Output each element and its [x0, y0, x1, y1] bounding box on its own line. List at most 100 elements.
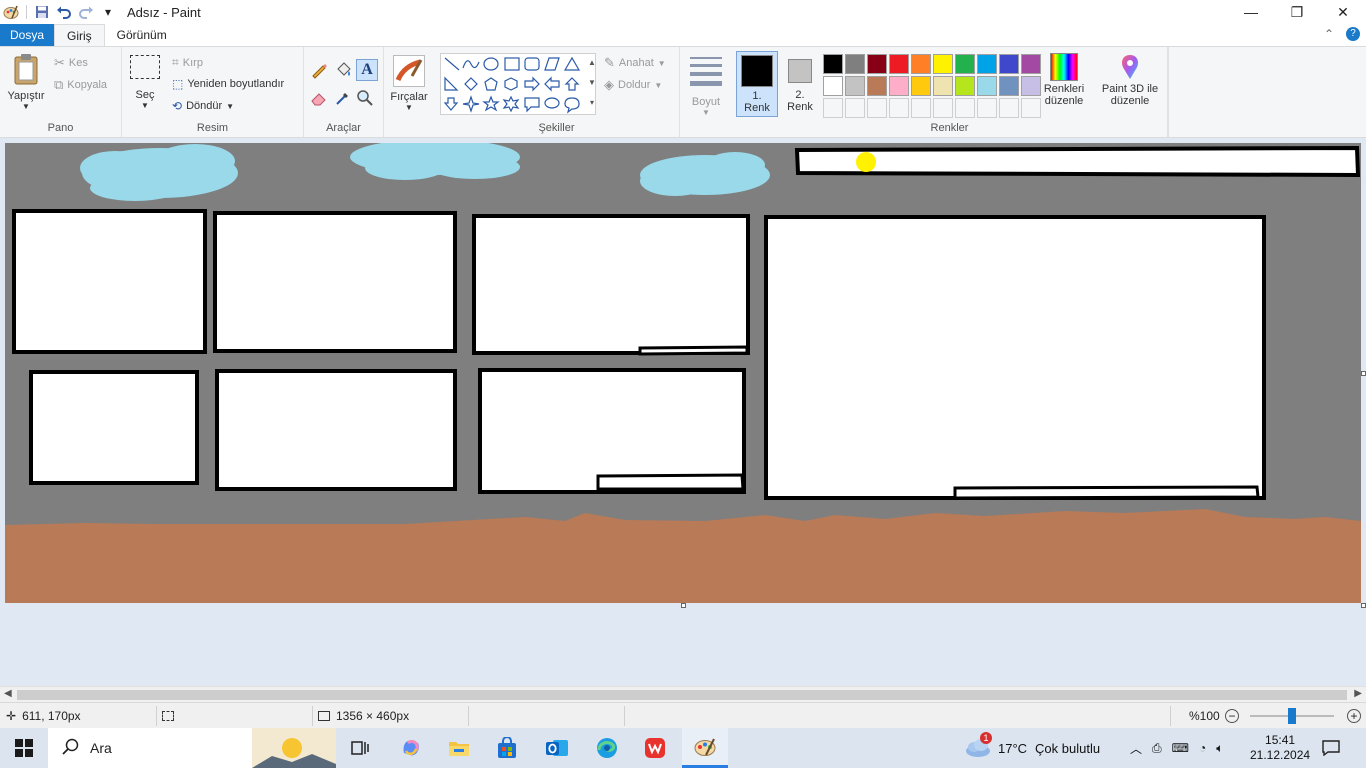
close-button[interactable]: ✕	[1320, 0, 1366, 24]
fill-button[interactable]: ◈ Doldur ▼	[604, 77, 662, 93]
custom-color-slot[interactable]	[845, 98, 865, 118]
resize-handle-right[interactable]	[1361, 371, 1366, 376]
zoom-slider-thumb[interactable]	[1288, 708, 1296, 724]
custom-color-slot[interactable]	[955, 98, 975, 118]
custom-color-slot[interactable]	[933, 98, 953, 118]
resize-handle-corner[interactable]	[1361, 603, 1366, 608]
zoom-out-button[interactable]: −	[1225, 703, 1239, 729]
microsoft-store-icon[interactable]	[490, 728, 524, 768]
shapes-gallery[interactable]	[440, 53, 596, 115]
palette-swatch[interactable]	[977, 76, 997, 96]
drawing-canvas[interactable]	[5, 143, 1361, 603]
clock[interactable]: 15:41 21.12.2024	[1250, 728, 1310, 768]
paste-button[interactable]: Yapıştır ▼	[6, 53, 46, 115]
copilot-icon[interactable]	[394, 728, 428, 768]
redo-icon[interactable]	[75, 1, 97, 23]
tab-file[interactable]: Dosya	[0, 24, 54, 46]
palette-swatch[interactable]	[955, 76, 975, 96]
taskbar-search[interactable]: Ara	[48, 728, 336, 768]
palette-swatch[interactable]	[889, 54, 909, 74]
rotate-button[interactable]: ⟲ Döndür ▼	[172, 99, 234, 113]
color1-button[interactable]: 1. Renk	[736, 51, 778, 117]
maximize-button[interactable]: ❐	[1274, 0, 1320, 24]
show-hidden-icons-icon[interactable]: ︿	[1130, 740, 1142, 757]
text-tool-icon[interactable]: A	[356, 59, 378, 81]
pencil-icon[interactable]	[310, 61, 330, 81]
palette-swatch[interactable]	[823, 54, 843, 74]
notifications-icon[interactable]	[1322, 728, 1340, 768]
custom-color-slot[interactable]	[867, 98, 887, 118]
paint-app-icon[interactable]	[0, 1, 22, 23]
eraser-icon[interactable]	[310, 89, 330, 109]
palette-swatch[interactable]	[911, 54, 931, 74]
custom-color-slot[interactable]	[823, 98, 843, 118]
minimize-button[interactable]: —	[1228, 0, 1274, 24]
palette-swatch[interactable]	[933, 54, 953, 74]
palette-swatch[interactable]	[889, 76, 909, 96]
custom-color-slot[interactable]	[889, 98, 909, 118]
palette-swatch[interactable]	[845, 76, 865, 96]
wps-office-icon[interactable]	[638, 728, 672, 768]
resize-handle-bottom[interactable]	[681, 603, 686, 608]
color2-button[interactable]: 2. Renk	[782, 51, 818, 117]
custom-color-slot[interactable]	[1021, 98, 1041, 118]
resize-button[interactable]: ⬚ Yeniden boyutlandır	[172, 77, 284, 91]
palette-swatch[interactable]	[999, 54, 1019, 74]
horizontal-scrollbar[interactable]: ◀ ▶	[0, 686, 1366, 702]
input-indicator-icon[interactable]: ⌨	[1172, 741, 1189, 755]
magnifier-icon[interactable]	[356, 89, 376, 109]
paste-dropdown-icon[interactable]: ▼	[6, 102, 46, 111]
zoom-in-button[interactable]: +	[1347, 703, 1361, 729]
volume-icon[interactable]: 🔈︎	[1216, 741, 1223, 756]
wifi-icon[interactable]: ◔	[1199, 741, 1206, 755]
tab-home[interactable]: Giriş	[54, 24, 105, 46]
color-picker-icon[interactable]	[334, 89, 354, 109]
custom-color-slot[interactable]	[977, 98, 997, 118]
palette-swatch[interactable]	[867, 76, 887, 96]
scroll-left-icon[interactable]: ◀	[4, 688, 12, 699]
palette-swatch[interactable]	[933, 76, 953, 96]
palette-swatch[interactable]	[977, 54, 997, 74]
shapes-scroll[interactable]: ▲ ▼ ▾	[586, 53, 598, 115]
task-view-icon[interactable]	[344, 728, 376, 768]
brushes-button[interactable]: Fırçalar ▼	[384, 47, 434, 137]
cut-button[interactable]: ✂ Kes	[54, 55, 88, 71]
weather-widget[interactable]: 1 17°C Çok bulutlu	[964, 728, 1100, 768]
help-icon[interactable]: ?	[1346, 27, 1360, 41]
outline-button[interactable]: ✎ Anahat ▼	[604, 55, 666, 71]
tab-view[interactable]: Görünüm	[105, 24, 179, 46]
copy-button[interactable]: ⧉ Kopyala	[54, 77, 107, 93]
scrollbar-thumb[interactable]	[17, 690, 1347, 700]
file-explorer-icon[interactable]	[442, 728, 476, 768]
start-button[interactable]	[0, 728, 48, 768]
edge-icon[interactable]	[590, 728, 624, 768]
select-button[interactable]: Seç ▼	[128, 55, 162, 110]
scroll-right-icon[interactable]: ▶	[1354, 688, 1362, 699]
paint-taskbar-icon[interactable]	[682, 728, 728, 768]
save-icon[interactable]	[31, 1, 53, 23]
collapse-ribbon-icon[interactable]: ⌃	[1324, 27, 1334, 41]
zoom-slider[interactable]	[1250, 708, 1334, 724]
palette-swatch[interactable]	[845, 54, 865, 74]
palette-swatch[interactable]	[1021, 76, 1041, 96]
clipboard-group: Yapıştır ▼ ✂ Kes ⧉ Kopyala Pano	[0, 47, 122, 137]
search-icon	[62, 738, 80, 759]
palette-swatch[interactable]	[999, 76, 1019, 96]
size-button[interactable]: Boyut ▼	[680, 47, 732, 137]
crop-button[interactable]: ⌗ Kırp	[172, 55, 203, 70]
outlook-icon[interactable]	[540, 728, 574, 768]
select-dropdown-icon[interactable]: ▼	[128, 101, 162, 110]
palette-swatch[interactable]	[867, 54, 887, 74]
fill-bucket-icon[interactable]	[334, 61, 354, 81]
meet-now-icon[interactable]: ⎙	[1152, 741, 1162, 756]
palette-swatch[interactable]	[823, 76, 843, 96]
palette-swatch[interactable]	[911, 76, 931, 96]
palette-swatch[interactable]	[1021, 54, 1041, 74]
undo-icon[interactable]	[53, 1, 75, 23]
paint3d-button[interactable]: Paint 3D ile düzenle	[1096, 53, 1164, 107]
custom-color-slot[interactable]	[999, 98, 1019, 118]
edit-colors-button[interactable]: Renkleri düzenle	[1040, 53, 1088, 107]
custom-color-slot[interactable]	[911, 98, 931, 118]
palette-swatch[interactable]	[955, 54, 975, 74]
customize-quick-access-dropdown[interactable]: ▾	[97, 1, 119, 23]
